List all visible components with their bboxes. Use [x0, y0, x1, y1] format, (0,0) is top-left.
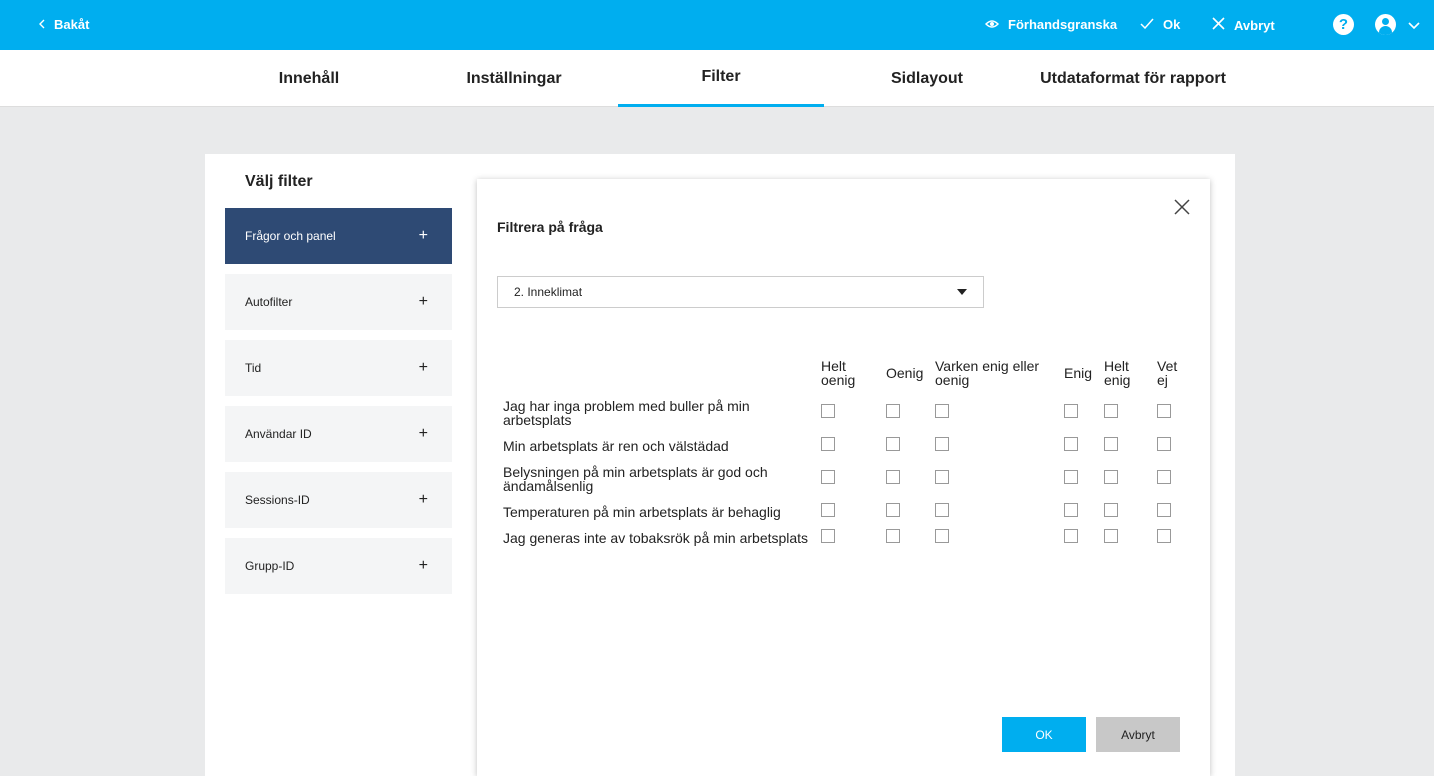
answer-checkbox[interactable]	[1104, 503, 1118, 517]
answer-checkbox[interactable]	[935, 437, 949, 451]
answer-checkbox[interactable]	[1104, 529, 1118, 543]
plus-icon: +	[418, 359, 428, 376]
dialog-cancel-button[interactable]: Avbryt	[1096, 717, 1180, 752]
answer-checkbox[interactable]	[1104, 404, 1118, 418]
answer-checkbox[interactable]	[1157, 529, 1171, 543]
filter-item-questions-panel[interactable]: Frågor och panel +	[225, 208, 452, 264]
filter-item-label: Användar ID	[245, 427, 312, 441]
answer-checkbox[interactable]	[1064, 404, 1078, 418]
plus-icon: +	[418, 425, 428, 442]
answer-checkbox[interactable]	[821, 529, 835, 543]
filter-item-label: Autofilter	[245, 295, 293, 309]
ok-top-button[interactable]: Ok	[1140, 17, 1180, 32]
answer-checkbox[interactable]	[1157, 437, 1171, 451]
answer-checkbox[interactable]	[886, 503, 900, 517]
check-icon	[1140, 17, 1154, 32]
cancel-top-label: Avbryt	[1234, 17, 1275, 33]
tab-settings[interactable]: Inställningar	[412, 50, 616, 107]
eye-icon	[984, 17, 1000, 32]
filter-item-label: Sessions-ID	[245, 493, 310, 507]
close-icon	[1212, 17, 1225, 33]
preview-label: Förhandsgranska	[1008, 17, 1118, 32]
answer-checkbox[interactable]	[1064, 503, 1078, 517]
answer-checkbox[interactable]	[821, 404, 835, 418]
answer-checkbox[interactable]	[1104, 470, 1118, 484]
answer-checkbox[interactable]	[935, 470, 949, 484]
question-row-label: Temperaturen på min arbetsplats är behag…	[503, 504, 781, 520]
user-avatar-icon[interactable]	[1375, 14, 1396, 35]
col-header-strongly-disagree: Helt oenig	[821, 358, 856, 388]
filter-item-group-id[interactable]: Grupp-ID +	[225, 538, 452, 594]
answer-checkbox[interactable]	[821, 503, 835, 517]
ok-top-label: Ok	[1163, 17, 1181, 32]
chevron-left-icon	[38, 18, 46, 32]
answer-checkbox[interactable]	[821, 470, 835, 484]
filter-item-label: Tid	[245, 361, 262, 375]
top-bar: Bakåt Förhandsgranska Ok Avbryt ?	[0, 0, 1434, 50]
col-header-disagree: Oenig	[886, 365, 924, 381]
cancel-top-button[interactable]: Avbryt	[1212, 17, 1275, 33]
question-row-label: Min arbetsplats är ren och välstädad	[503, 438, 729, 454]
tab-bar: Innehåll Inställningar Filter Sidlayout …	[0, 50, 1434, 107]
back-label: Bakåt	[54, 17, 90, 32]
answer-checkbox[interactable]	[1157, 503, 1171, 517]
col-header-strongly-agree: Helt enig	[1104, 358, 1131, 388]
question-row-label: Jag generas inte av tobaksrök på min arb…	[503, 530, 809, 546]
filter-item-user-id[interactable]: Användar ID +	[225, 406, 452, 462]
help-icon[interactable]: ?	[1333, 14, 1354, 35]
answer-checkbox[interactable]	[935, 503, 949, 517]
filter-item-label: Frågor och panel	[245, 229, 336, 243]
filter-by-question-dialog: Filtrera på fråga 2. Inneklimat Helt oen…	[477, 179, 1210, 776]
plus-icon: +	[418, 227, 428, 244]
chevron-down-icon[interactable]	[1408, 17, 1420, 35]
dropdown-caret-icon	[957, 289, 967, 295]
question-row-label: Belysningen på min arbetsplats är god oc…	[503, 464, 768, 494]
col-header-neutral: Varken enig eller oenig	[935, 358, 1040, 388]
answer-checkbox[interactable]	[821, 437, 835, 451]
plus-icon: +	[418, 491, 428, 508]
close-dialog-icon[interactable]	[1172, 197, 1192, 217]
tab-page-layout[interactable]: Sidlayout	[826, 50, 1028, 107]
plus-icon: +	[418, 557, 428, 574]
answer-checkbox[interactable]	[886, 404, 900, 418]
tab-filter[interactable]: Filter	[618, 50, 824, 107]
answer-checkbox[interactable]	[886, 470, 900, 484]
answer-checkbox[interactable]	[1064, 529, 1078, 543]
answer-checkbox[interactable]	[1064, 470, 1078, 484]
answer-checkbox[interactable]	[886, 529, 900, 543]
answer-checkbox[interactable]	[886, 437, 900, 451]
col-header-agree: Enig	[1064, 365, 1093, 381]
tab-content[interactable]: Innehåll	[208, 50, 410, 107]
filter-item-label: Grupp-ID	[245, 559, 295, 573]
preview-button[interactable]: Förhandsgranska	[984, 17, 1118, 32]
dialog-ok-button[interactable]: OK	[1002, 717, 1086, 752]
answer-checkbox[interactable]	[1104, 437, 1118, 451]
answer-checkbox[interactable]	[935, 529, 949, 543]
answer-checkbox[interactable]	[935, 404, 949, 418]
back-button[interactable]: Bakåt	[38, 17, 89, 32]
select-value: 2. Inneklimat	[514, 285, 583, 299]
answer-checkbox[interactable]	[1064, 437, 1078, 451]
answer-checkbox[interactable]	[1157, 470, 1171, 484]
answer-checkbox[interactable]	[1157, 404, 1171, 418]
plus-icon: +	[418, 293, 428, 310]
filter-item-autofilter[interactable]: Autofilter +	[225, 274, 452, 330]
question-group-select[interactable]: 2. Inneklimat	[497, 276, 984, 308]
question-row-label: Jag har inga problem med buller på min a…	[503, 398, 750, 428]
filter-item-time[interactable]: Tid +	[225, 340, 452, 396]
filter-item-session-id[interactable]: Sessions-ID +	[225, 472, 452, 528]
panel-title: Välj filter	[245, 173, 313, 190]
tab-report-output-format[interactable]: Utdataformat för rapport	[1030, 50, 1236, 107]
col-header-dont-know: Vet ej	[1157, 358, 1178, 388]
dialog-title: Filtrera på fråga	[497, 219, 603, 235]
